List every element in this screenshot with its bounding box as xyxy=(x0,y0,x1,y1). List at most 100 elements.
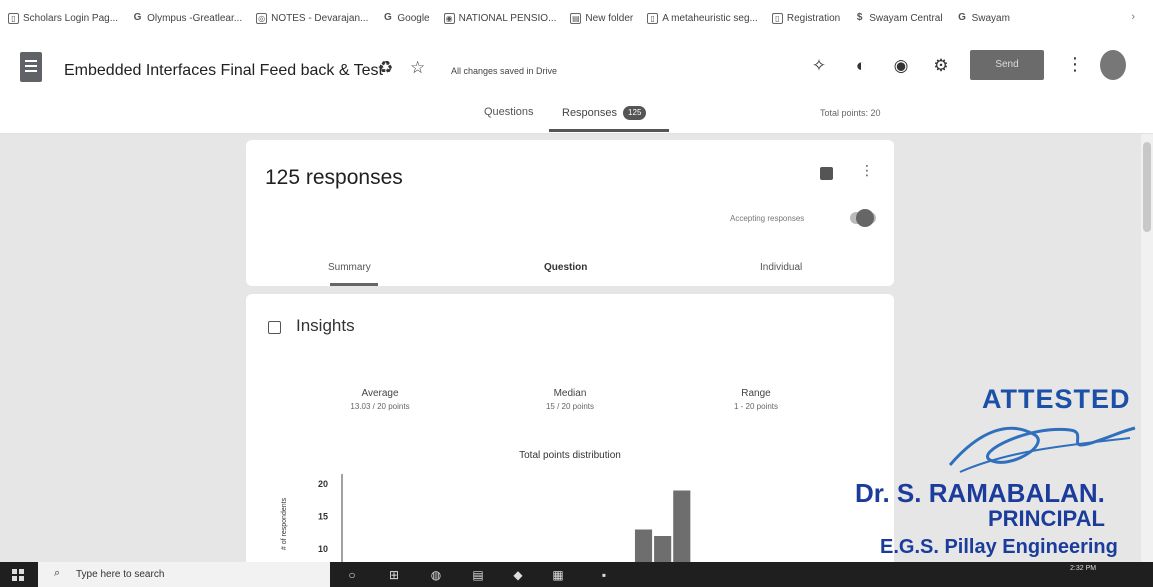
total-points: Total points: 20 xyxy=(820,108,881,118)
forms-logo-icon[interactable] xyxy=(20,52,42,82)
card-more-icon[interactable]: ⋮ xyxy=(860,162,874,179)
windows-start-icon[interactable] xyxy=(12,569,24,581)
addons-icon[interactable]: ✧ xyxy=(808,55,830,77)
nps-icon: ◉ xyxy=(443,12,455,24)
bookmark-label: New folder xyxy=(585,12,634,24)
bookmark-item[interactable]: $ Swayam Central xyxy=(854,11,943,24)
bookmark-label: Olympus -Greatlear... xyxy=(147,12,243,24)
bookmark-item[interactable]: ▯ A metaheuristic seg... xyxy=(647,12,758,24)
chevron-right-icon[interactable]: › xyxy=(1131,11,1135,23)
tab-responses[interactable]: Responses 125 xyxy=(562,106,647,120)
subtab-summary[interactable]: Summary xyxy=(328,262,371,273)
bookmark-label: Swayam Central xyxy=(869,12,943,24)
insights-title: Insights xyxy=(296,316,355,335)
bookmark-label: NATIONAL PENSIO... xyxy=(458,12,557,24)
form-tabs: Questions Responses 125 Total points: 20 xyxy=(0,98,1153,134)
chart-bar xyxy=(654,536,672,562)
tab-responses-label: Responses xyxy=(562,106,618,119)
send-button[interactable]: Send xyxy=(970,50,1044,80)
cortana-icon[interactable]: ○ xyxy=(344,567,360,583)
google-icon: G xyxy=(133,11,142,23)
preview-eye-icon[interactable]: ◉ xyxy=(890,55,912,77)
clock[interactable]: 2:32 PM xyxy=(1070,563,1096,574)
windows-taskbar: ⌕ Type here to search ○ ⊞ ◍ ▤ ◆ ▦ ▪ 2:32… xyxy=(0,562,1153,587)
folder-icon: ▤ xyxy=(570,12,582,24)
signer-role: PRINCIPAL xyxy=(988,506,1105,531)
swayam-icon: $ xyxy=(856,11,863,23)
avatar[interactable] xyxy=(1100,50,1126,80)
search-icon: ⌕ xyxy=(54,567,61,579)
taskbar-search-placeholder: Type here to search xyxy=(76,569,165,580)
subtab-question[interactable]: Question xyxy=(544,262,587,273)
page-icon: ▯ xyxy=(8,12,19,24)
stat-range-value: 1 - 20 points xyxy=(733,402,779,411)
store-icon[interactable]: ◆ xyxy=(510,567,526,583)
settings-gear-icon[interactable]: ⚙ xyxy=(930,55,952,77)
y-tick-label: 20 xyxy=(318,479,328,489)
y-tick-label: 10 xyxy=(318,544,328,554)
app2-icon[interactable]: ▪ xyxy=(596,567,612,583)
chart-bar xyxy=(673,490,691,562)
shared-drive-icon[interactable]: ♻ xyxy=(378,58,393,78)
bookmark-label: Scholars Login Pag... xyxy=(23,12,119,24)
page-icon: ▯ xyxy=(647,12,659,24)
more-options-icon[interactable]: ⋮ xyxy=(1066,54,1084,75)
bookmark-item[interactable]: ◉ NATIONAL PENSIO... xyxy=(443,12,557,24)
bookmark-label: Google xyxy=(397,12,430,24)
responses-count-badge: 125 xyxy=(623,106,647,120)
chart-title: Total points distribution xyxy=(519,450,621,461)
chrome-icon[interactable]: ◍ xyxy=(428,567,444,583)
points-distribution-chart: # of respondents 10 15 20 xyxy=(281,474,691,562)
chart-bar xyxy=(634,529,653,562)
star-icon[interactable]: ☆ xyxy=(410,58,425,78)
signer-name: Dr. S. RAMABALAN. xyxy=(855,478,1105,508)
subtab-individual[interactable]: Individual xyxy=(760,262,802,273)
bookmark-item[interactable]: ▯ Scholars Login Pag... xyxy=(8,12,119,24)
bookmark-item[interactable]: G Google xyxy=(382,11,430,24)
stat-median: Median 15 / 20 points xyxy=(510,388,630,411)
signature xyxy=(948,426,1136,473)
stat-median-value: 15 / 20 points xyxy=(545,402,595,411)
accepting-responses-label: Accepting responses xyxy=(730,214,805,223)
bookmark-label: Registration xyxy=(786,12,841,24)
scrollbar-thumb[interactable] xyxy=(1143,142,1151,232)
form-title[interactable]: Embedded Interfaces Final Feed back & Te… xyxy=(64,62,383,80)
bookmark-item[interactable]: ◎ NOTES - Devarajan... xyxy=(256,12,369,24)
app-icon[interactable]: ▦ xyxy=(550,567,566,583)
bookmark-item[interactable]: ▤ New folder xyxy=(570,12,634,24)
bookmark-item[interactable]: ▯ Registration xyxy=(771,12,841,24)
sheets-icon[interactable] xyxy=(820,167,833,180)
insights-icon xyxy=(268,321,281,334)
subtab-indicator xyxy=(330,283,378,286)
bookmark-item[interactable]: G Olympus -Greatlear... xyxy=(132,11,243,24)
insights-card: Insights Average 13.03 / 20 points Media… xyxy=(246,294,894,562)
task-view-icon[interactable]: ⊞ xyxy=(386,567,402,583)
palette-icon[interactable]: ◐ xyxy=(850,55,872,77)
save-status: All changes saved in Drive xyxy=(451,66,558,76)
active-tab-indicator xyxy=(549,129,669,132)
tab-questions[interactable]: Questions xyxy=(484,106,534,118)
bookmark-label: NOTES - Devarajan... xyxy=(271,12,369,24)
y-tick-label: 15 xyxy=(318,512,328,522)
stat-range: Range 1 - 20 points xyxy=(696,388,816,411)
stat-average-label: Average xyxy=(361,388,399,399)
toggle-knob[interactable] xyxy=(856,209,874,227)
google-icon: G xyxy=(958,11,966,23)
stat-average: Average 13.03 / 20 points xyxy=(320,388,440,411)
stat-median-label: Median xyxy=(553,388,587,399)
bookmark-item[interactable]: G Swayam xyxy=(957,11,1010,24)
responses-count-title: 125 responses xyxy=(265,166,403,189)
globe-icon: ◎ xyxy=(256,12,268,24)
bookmarks-bar: ▯ Scholars Login Pag... G Olympus -Greatlea… xyxy=(0,0,1153,36)
taskbar-search[interactable]: ⌕ Type here to search xyxy=(38,562,330,587)
forms-header: Embedded Interfaces Final Feed back & Te… xyxy=(0,36,1153,98)
responses-summary-card: 125 responses ⋮ Accepting responses Summ… xyxy=(246,140,894,286)
stat-range-label: Range xyxy=(741,388,771,399)
y-axis-label: # of respondents xyxy=(281,497,288,550)
file-explorer-icon[interactable]: ▤ xyxy=(470,567,486,583)
google-icon: G xyxy=(383,11,392,23)
bookmark-label: Swayam xyxy=(971,12,1010,24)
scrollbar[interactable] xyxy=(1141,134,1153,562)
signer-institution: E.G.S. Pillay Engineering xyxy=(880,536,1118,558)
stat-average-value: 13.03 / 20 points xyxy=(350,402,410,411)
